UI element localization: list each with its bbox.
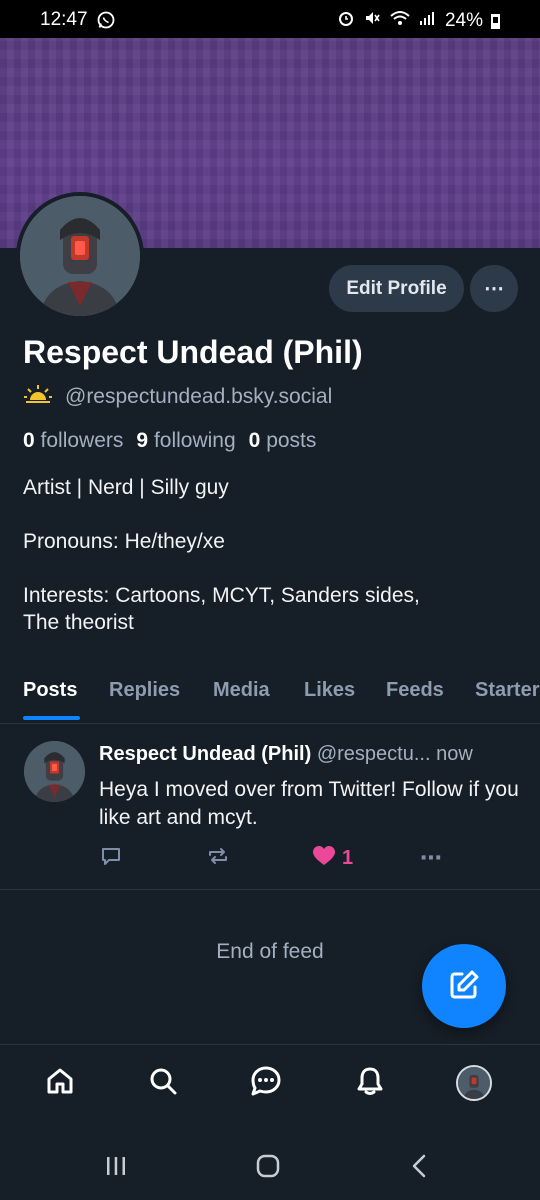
like-count: 1	[342, 846, 354, 869]
repost-icon	[206, 845, 230, 872]
followers-stat[interactable]: 0 followers	[23, 429, 123, 453]
nav-chat[interactable]	[246, 1063, 286, 1103]
status-time: 12:47	[40, 9, 88, 30]
chat-icon	[249, 1064, 283, 1103]
bio-line: The theorist	[23, 611, 134, 634]
bell-icon	[354, 1065, 386, 1102]
home-circle-icon	[256, 1154, 280, 1183]
battery-percent: 24%	[444, 10, 483, 31]
post-header: Respect Undead (Phil) @respectu... now	[99, 743, 473, 766]
post-author-avatar[interactable]	[24, 741, 85, 802]
recent-apps-button[interactable]	[96, 1148, 136, 1188]
like-button[interactable]: 1	[312, 845, 353, 871]
profile-more-button[interactable]: ⋯	[470, 265, 518, 312]
post-author-handle[interactable]: @respectu...	[317, 743, 431, 765]
whatsapp-icon	[96, 10, 116, 36]
bio-line: Artist | Nerd | Silly guy	[23, 476, 229, 499]
profile-tabs: Posts Replies Media Likes Feeds Starter	[0, 668, 540, 724]
repost-button[interactable]	[206, 845, 230, 871]
posts-stat: 0 posts	[248, 429, 317, 452]
tab-starter[interactable]: Starter	[475, 679, 539, 702]
alarm-icon	[337, 9, 355, 33]
active-tab-indicator	[23, 716, 80, 720]
feed-post[interactable]: Respect Undead (Phil) @respectu... now H…	[0, 724, 540, 890]
bio-line: Pronouns: He/they/xe	[23, 530, 225, 553]
battery-icon	[491, 13, 500, 29]
following-stat[interactable]: 9 following	[136, 429, 235, 453]
nav-home[interactable]	[40, 1063, 80, 1103]
recent-apps-icon	[104, 1154, 128, 1183]
bottom-navigation	[0, 1044, 540, 1128]
status-icons: 24%	[337, 9, 500, 33]
signal-icon	[419, 10, 437, 32]
post-time[interactable]: now	[436, 743, 473, 765]
nav-search[interactable]	[143, 1063, 183, 1103]
post-author-name[interactable]: Respect Undead (Phil)	[99, 743, 311, 765]
mute-icon	[363, 9, 381, 33]
status-bar: 12:47 24%	[0, 0, 540, 38]
compose-button[interactable]	[422, 944, 506, 1028]
profile-handle[interactable]: @respectundead.bsky.social	[65, 385, 332, 409]
profile-avatar-icon	[456, 1065, 492, 1101]
profile-display-name: Respect Undead (Phil)	[23, 334, 363, 370]
nav-notifications[interactable]	[350, 1063, 390, 1103]
back-icon	[408, 1154, 432, 1183]
post-text: Heya I moved over from Twitter! Follow i…	[99, 778, 519, 829]
profile-stats: 0 followers 9 following 0 posts	[23, 429, 316, 453]
tab-posts[interactable]: Posts	[23, 679, 77, 702]
tab-likes[interactable]: Likes	[304, 679, 355, 702]
reply-icon	[100, 845, 122, 872]
post-more-button[interactable]: ⋯	[420, 845, 442, 871]
reply-button[interactable]	[100, 845, 122, 871]
handle-row: @respectundead.bsky.social	[23, 384, 332, 410]
tab-replies[interactable]: Replies	[109, 679, 180, 702]
back-button[interactable]	[400, 1148, 440, 1188]
nav-profile[interactable]	[454, 1063, 494, 1103]
compose-icon	[447, 968, 481, 1005]
sunrise-icon	[23, 384, 53, 410]
bio-line: Interests: Cartoons, MCYT, Sanders sides…	[23, 584, 420, 607]
edit-profile-button[interactable]: Edit Profile	[329, 265, 464, 312]
heart-icon	[312, 845, 336, 872]
search-icon	[147, 1065, 179, 1102]
tab-feeds[interactable]: Feeds	[386, 679, 444, 702]
profile-avatar[interactable]	[16, 192, 144, 320]
home-button[interactable]	[248, 1148, 288, 1188]
tab-media[interactable]: Media	[213, 679, 270, 702]
system-navigation	[0, 1128, 540, 1200]
home-icon	[44, 1065, 76, 1102]
wifi-icon	[389, 9, 411, 33]
